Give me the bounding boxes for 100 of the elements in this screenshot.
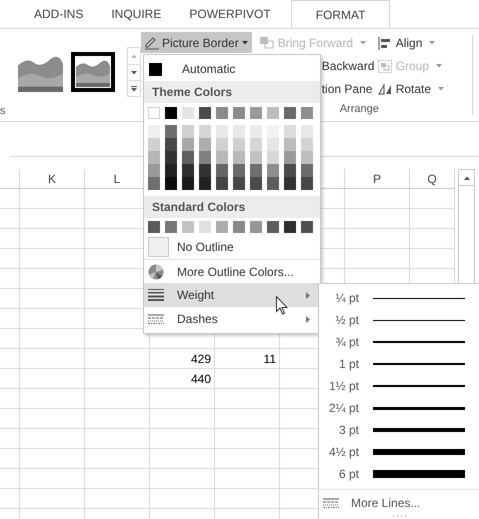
color-swatch[interactable] — [148, 125, 160, 138]
color-swatch[interactable] — [267, 221, 279, 233]
color-swatch[interactable] — [250, 125, 262, 138]
color-swatch[interactable] — [182, 138, 194, 151]
color-swatch[interactable] — [250, 107, 262, 119]
color-swatch[interactable] — [233, 138, 245, 151]
color-swatch[interactable] — [216, 107, 228, 119]
color-swatch[interactable] — [199, 164, 211, 177]
color-swatch[interactable] — [284, 138, 296, 151]
group-icon — [378, 60, 392, 72]
color-swatch[interactable] — [182, 125, 194, 138]
color-swatch[interactable] — [199, 125, 211, 138]
color-swatch[interactable] — [250, 151, 262, 164]
color-swatch[interactable] — [148, 221, 160, 233]
color-swatch[interactable] — [182, 221, 194, 233]
color-swatch[interactable] — [199, 151, 211, 164]
color-swatch[interactable] — [301, 125, 313, 138]
color-swatch[interactable] — [199, 138, 211, 151]
color-swatch[interactable] — [284, 164, 296, 177]
menu-item[interactable]: 1 pt — [319, 353, 479, 375]
column-header[interactable]: Q — [410, 169, 455, 188]
color-swatch[interactable] — [182, 164, 194, 177]
color-swatch[interactable] — [199, 221, 211, 233]
color-swatch[interactable] — [301, 138, 313, 151]
color-swatch[interactable] — [267, 177, 279, 190]
ribbon-tab[interactable]: FORMAT — [290, 0, 390, 28]
color-swatch[interactable] — [250, 221, 262, 233]
ribbon-tab[interactable]: ADD-INS — [20, 0, 98, 28]
color-swatch[interactable] — [199, 107, 211, 119]
color-swatch[interactable] — [216, 138, 228, 151]
color-swatch[interactable] — [301, 151, 313, 164]
section-heading: Theme Colors — [144, 81, 320, 103]
menu-item[interactable]: ¼ pt — [319, 287, 479, 309]
menu-item[interactable]: 1½ pt — [319, 375, 479, 397]
color-swatch[interactable] — [216, 177, 228, 190]
color-swatch[interactable] — [216, 221, 228, 233]
color-swatch[interactable] — [233, 164, 245, 177]
color-swatch[interactable] — [250, 138, 262, 151]
color-swatch[interactable] — [149, 62, 162, 76]
color-swatch[interactable] — [216, 151, 228, 164]
color-swatch[interactable] — [165, 151, 177, 164]
color-swatch[interactable] — [250, 177, 262, 190]
color-swatch[interactable] — [284, 177, 296, 190]
color-swatch[interactable] — [182, 107, 194, 119]
color-swatch[interactable] — [148, 107, 160, 119]
color-swatch[interactable] — [267, 151, 279, 164]
column-header[interactable]: P — [345, 169, 410, 188]
color-swatch[interactable] — [267, 138, 279, 151]
color-swatch[interactable] — [233, 151, 245, 164]
color-swatch[interactable] — [199, 177, 211, 190]
color-swatch[interactable] — [267, 164, 279, 177]
color-swatch[interactable] — [284, 151, 296, 164]
color-swatch[interactable] — [165, 177, 177, 190]
picture-style-thumbnail[interactable] — [71, 52, 115, 92]
color-swatch[interactable] — [233, 125, 245, 138]
color-swatch[interactable] — [233, 177, 245, 190]
color-swatch[interactable] — [216, 125, 228, 138]
color-swatch[interactable] — [233, 221, 245, 233]
menu-item[interactable]: Dashes — [144, 307, 320, 331]
color-swatch[interactable] — [301, 221, 313, 233]
color-swatch[interactable] — [284, 107, 296, 119]
color-swatch[interactable] — [233, 107, 245, 119]
color-swatch[interactable] — [148, 164, 160, 177]
menu-item[interactable]: ½ pt — [319, 309, 479, 331]
arrange-button[interactable]: Align — [378, 33, 458, 53]
picture-border-button[interactable]: Picture Border — [141, 32, 252, 53]
color-swatch[interactable] — [250, 164, 262, 177]
menu-item[interactable]: 2¼ pt — [319, 397, 479, 419]
color-swatch[interactable] — [301, 164, 313, 177]
color-swatch[interactable] — [148, 177, 160, 190]
color-swatch[interactable] — [148, 151, 160, 164]
color-swatch[interactable] — [165, 164, 177, 177]
color-swatch[interactable] — [165, 138, 177, 151]
color-swatch[interactable] — [182, 177, 194, 190]
color-swatch[interactable] — [216, 164, 228, 177]
color-swatch[interactable] — [301, 107, 313, 119]
color-swatch[interactable] — [165, 125, 177, 138]
color-swatch[interactable] — [165, 221, 177, 233]
ribbon-tab[interactable]: POWERPIVOT — [175, 0, 285, 28]
color-swatch[interactable] — [182, 151, 194, 164]
menu-item[interactable]: 4½ pt — [319, 441, 479, 463]
arrange-button[interactable]: Rotate — [378, 79, 458, 99]
color-swatch[interactable] — [148, 138, 160, 151]
caret-icon — [242, 40, 248, 44]
color-swatch[interactable] — [267, 107, 279, 119]
vertical-scrollbar[interactable] — [458, 169, 475, 283]
menu-item[interactable]: 3 pt — [319, 419, 479, 441]
menu-item[interactable]: More Lines... — [351, 494, 420, 512]
color-swatch[interactable] — [301, 177, 313, 190]
color-swatch[interactable] — [284, 125, 296, 138]
menu-item[interactable]: ¾ pt — [319, 331, 479, 353]
menu-item[interactable]: 6 pt — [319, 463, 479, 485]
column-header[interactable]: K — [20, 169, 85, 188]
table-cell: 11 — [215, 349, 280, 368]
color-swatch[interactable] — [284, 221, 296, 233]
menu-item[interactable]: Weight — [144, 283, 320, 307]
menu-item[interactable]: No Outline — [144, 235, 320, 259]
color-swatch[interactable] — [267, 125, 279, 138]
ribbon-tab[interactable]: INQUIRE — [97, 0, 176, 28]
color-swatch[interactable] — [165, 107, 177, 119]
